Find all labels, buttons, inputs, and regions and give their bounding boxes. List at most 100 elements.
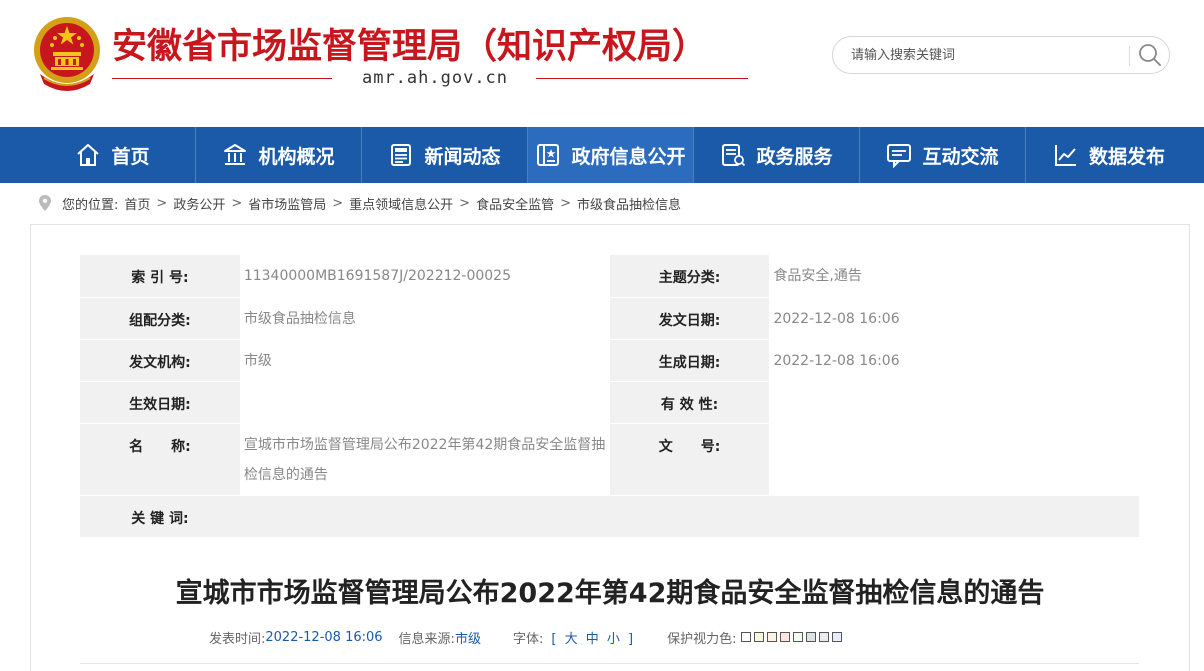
meta-label-issuer: 发文机构: xyxy=(80,339,240,382)
meta-value-issuer: 市级 xyxy=(239,339,610,382)
nav-label: 机构概况 xyxy=(258,145,335,168)
source-label: 信息来源: xyxy=(398,631,455,647)
eye-color-swatch[interactable] xyxy=(779,632,790,642)
nav-item-gov-info[interactable]: 政府信息公开 xyxy=(528,127,694,183)
building-icon xyxy=(224,144,247,165)
news-icon xyxy=(391,144,412,166)
domain-row: amr.ah.gov.cn xyxy=(112,66,752,90)
search-icon xyxy=(1139,43,1161,66)
meta-label-issue-date: 发文日期: xyxy=(609,297,770,340)
breadcrumb-prefix: 您的位置: xyxy=(62,197,119,213)
nav-item-news[interactable]: 新闻动态 xyxy=(362,127,528,183)
domain-divider-left xyxy=(112,78,332,79)
meta-row: 名 称: 宣城市市场监督管理局公布2022年第42期食品安全监督抽检信息的通告 … xyxy=(80,423,1139,496)
nav-label: 互动交流 xyxy=(922,145,999,168)
meta-row: 发文机构: 市级 生成日期: 2022-12-08 16:06 xyxy=(80,339,1139,382)
search-input[interactable] xyxy=(851,45,1121,65)
meta-value-category: 市级食品抽检信息 xyxy=(239,297,610,340)
eye-color-swatch[interactable] xyxy=(831,632,842,642)
eye-protection-label: 保护视力色: xyxy=(667,631,737,647)
meta-label-name: 名 称: xyxy=(80,423,240,496)
meta-value-keywords xyxy=(239,495,1139,538)
nav-item-about[interactable]: 机构概况 xyxy=(196,127,362,183)
nav-label: 首页 xyxy=(111,145,150,168)
meta-value-effective xyxy=(239,381,610,424)
article-title: 宣城市市场监督管理局公布2022年第42期食品安全监督抽检信息的通告 xyxy=(175,578,1045,609)
service-icon xyxy=(722,144,746,167)
breadcrumb-key-areas[interactable]: 重点领域信息公开 xyxy=(349,194,453,213)
nav-item-home[interactable]: 首页 xyxy=(30,127,196,183)
eye-color-swatch[interactable] xyxy=(792,632,803,642)
breadcrumb-food-safety[interactable]: 食品安全监管 xyxy=(476,194,554,213)
chart-icon xyxy=(1054,145,1076,166)
nav-label: 政务服务 xyxy=(756,145,833,168)
meta-label-effective: 生效日期: xyxy=(80,381,240,424)
main-nav: 首页 机构概况 新闻动态 政府信息公开 政务服务 互动交流 数据发布 xyxy=(0,127,1204,183)
meta-value-name: 宣城市市场监督管理局公布2022年第42期食品安全监督抽检信息的通告 xyxy=(239,423,610,496)
publish-time: 2022-12-08 16:06 xyxy=(265,629,383,645)
meta-label-doc-no: 文 号: xyxy=(609,423,770,496)
breadcrumb-home[interactable]: 首页 xyxy=(124,194,150,213)
content-divider xyxy=(80,663,1139,664)
breadcrumb-city-inspection[interactable]: 市级食品抽检信息 xyxy=(577,194,681,213)
font-size-large-link[interactable]: 大 xyxy=(565,632,578,647)
search-box xyxy=(832,36,1170,74)
meta-row: 生效日期: 有 效 性: xyxy=(80,381,1139,424)
home-icon xyxy=(77,144,100,166)
site-domain: amr.ah.gov.cn xyxy=(361,68,509,88)
breadcrumb-separator: > xyxy=(560,195,571,211)
meta-value-issue-date: 2022-12-08 16:06 xyxy=(769,297,1139,340)
breadcrumb-separator: > xyxy=(332,195,344,211)
search-button[interactable] xyxy=(1135,41,1165,71)
meta-row: 组配分类: 市级食品抽检信息 发文日期: 2022-12-08 16:06 xyxy=(80,297,1139,340)
breadcrumb-separator: > xyxy=(231,195,243,211)
nav-item-services[interactable]: 政务服务 xyxy=(694,127,860,183)
publish-time-label: 发表时间: xyxy=(209,631,266,647)
nav-label: 政府信息公开 xyxy=(571,145,686,168)
site-title[interactable]: 安徽省市场监督管理局（知识产权局） xyxy=(112,18,707,69)
article-info-row: 发表时间: 2022-12-08 16:06 信息来源: 市级 字体: [ 大 … xyxy=(209,627,842,647)
breadcrumb: 您的位置: 首页 > 政务公开 > 省市场监管局 > 重点领域信息公开 > 食品… xyxy=(38,192,681,214)
document-meta-table: 索 引 号: 11340000MB1691587J/202212-00025 主… xyxy=(80,255,1139,538)
eye-color-swatch[interactable] xyxy=(818,632,829,642)
font-size-label: 字体: xyxy=(512,631,544,647)
font-size-medium-link[interactable]: 中 xyxy=(586,632,599,647)
meta-value-validity xyxy=(769,381,1139,424)
meta-value-doc-no xyxy=(769,423,1139,496)
meta-value-index: 11340000MB1691587J/202212-00025 xyxy=(239,255,610,298)
breadcrumb-separator: > xyxy=(156,195,168,211)
national-emblem-icon[interactable] xyxy=(30,14,104,92)
meta-value-created-date: 2022-12-08 16:06 xyxy=(769,339,1139,382)
nav-label: 数据发布 xyxy=(1088,145,1165,168)
eye-color-swatch[interactable] xyxy=(805,632,816,642)
eye-color-swatch[interactable] xyxy=(753,632,764,642)
breadcrumb-provincial-bureau[interactable]: 省市场监管局 xyxy=(248,194,326,213)
search-separator xyxy=(1129,46,1130,66)
meta-row: 索 引 号: 11340000MB1691587J/202212-00025 主… xyxy=(80,255,1139,298)
meta-label-topic: 主题分类: xyxy=(609,255,770,298)
meta-label-created-date: 生成日期: xyxy=(609,339,770,382)
eye-protection-colors xyxy=(740,632,842,642)
font-bracket-close: ] xyxy=(628,631,634,647)
meta-label-index: 索 引 号: xyxy=(80,255,240,298)
eye-color-swatch[interactable] xyxy=(766,632,777,642)
nav-item-data[interactable]: 数据发布 xyxy=(1026,127,1192,183)
breadcrumb-gov-affairs[interactable]: 政务公开 xyxy=(173,194,225,213)
site-header: 安徽省市场监督管理局（知识产权局） amr.ah.gov.cn xyxy=(0,0,1204,127)
breadcrumb-separator: > xyxy=(459,195,471,211)
chat-icon xyxy=(887,144,912,168)
meta-label-keywords: 关 键 词: xyxy=(80,495,240,538)
font-size-small-link[interactable]: 小 xyxy=(607,632,620,647)
nav-item-interaction[interactable]: 互动交流 xyxy=(860,127,1026,183)
document-icon xyxy=(537,144,560,166)
content-panel: 索 引 号: 11340000MB1691587J/202212-00025 主… xyxy=(30,224,1190,671)
eye-color-swatch[interactable] xyxy=(740,632,751,642)
meta-label-validity: 有 效 性: xyxy=(609,381,770,424)
font-size-controls: [ 大 中 小 ] xyxy=(549,628,635,647)
nav-label: 新闻动态 xyxy=(424,145,501,168)
meta-label-category: 组配分类: xyxy=(80,297,240,340)
location-pin-icon xyxy=(39,195,51,211)
font-bracket-open: [ xyxy=(551,631,557,647)
domain-divider-right xyxy=(536,78,748,79)
meta-value-topic: 食品安全,通告 xyxy=(769,255,1139,298)
